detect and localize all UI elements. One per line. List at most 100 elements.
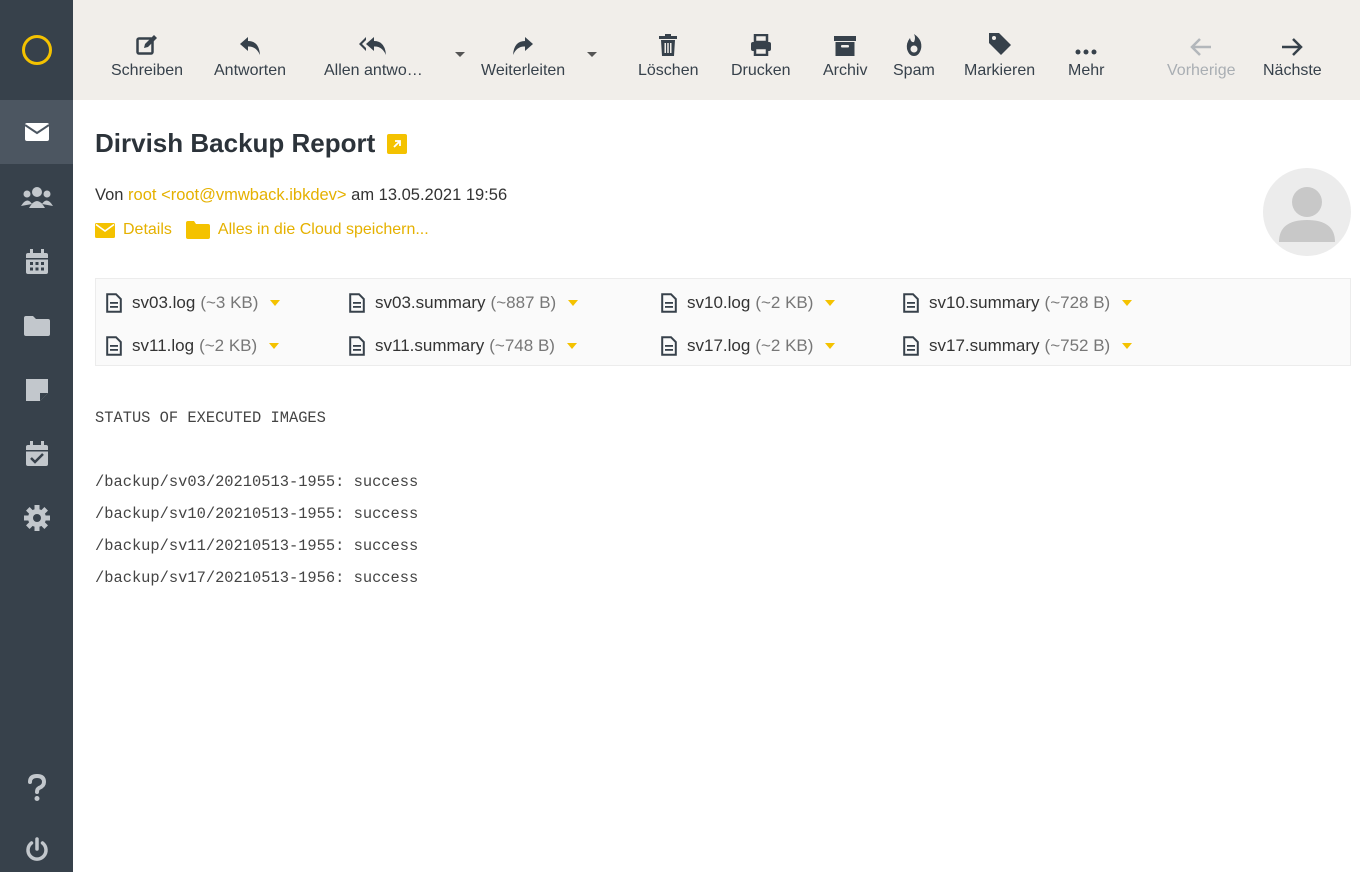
attachment-name: sv11.summary [375, 336, 485, 355]
body-heading: STATUS OF EXECUTED IMAGES [95, 409, 326, 427]
body-line: /backup/sv03/20210513-1955: success [95, 473, 419, 491]
sidebar-item-files[interactable] [0, 294, 73, 358]
sidebar-item-logout[interactable] [0, 818, 73, 872]
attachment-menu-caret[interactable] [269, 343, 280, 349]
reply-all-icon [359, 37, 387, 55]
spam-button[interactable]: Spam [893, 26, 935, 92]
attachment-size: (~2 KB) [199, 336, 258, 355]
attachment-menu-caret[interactable] [270, 300, 281, 306]
compose-button[interactable]: Schreiben [111, 26, 183, 92]
message-toolbar: Schreiben Antworten Allen antwo… Weiterl… [73, 0, 1360, 100]
attachment-name: sv10.log [687, 293, 751, 312]
tag-icon [988, 33, 1011, 55]
attachment-list: sv03.log (~3 KB) sv03.summary (~887 B) sv10.… [95, 278, 1351, 366]
save-to-cloud-link[interactable]: Alles in die Cloud speichern... [185, 221, 429, 239]
attachment-item[interactable]: sv11.summary (~748 B) [349, 334, 577, 358]
settings-icon [23, 505, 50, 531]
details-label: Details [123, 221, 172, 238]
reply-label: Antworten [214, 62, 287, 79]
subject-text: Dirvish Backup Report [95, 128, 376, 158]
more-icon [1075, 49, 1097, 55]
archive-label: Archiv [823, 62, 868, 79]
arrow-right-icon [1282, 38, 1304, 56]
sidebar-item-notes[interactable] [0, 358, 73, 422]
folder-icon [185, 221, 210, 239]
attachment-name: sv10.summary [929, 293, 1040, 312]
more-button[interactable]: Mehr [1068, 26, 1104, 92]
archive-icon [834, 36, 857, 56]
attachment-name: sv03.summary [375, 293, 486, 312]
logout-icon [25, 837, 48, 861]
forward-button[interactable]: Weiterleiten [481, 26, 565, 92]
file-text-icon [903, 293, 919, 313]
file-text-icon [106, 336, 122, 356]
app-logo[interactable] [0, 0, 73, 100]
sidebar-item-mail[interactable] [0, 100, 73, 164]
attachment-menu-caret[interactable] [825, 300, 836, 306]
message-view: Dirvish Backup Report Von root <root@vmw… [73, 100, 1360, 872]
attachment-size: (~748 B) [489, 336, 555, 355]
attachment-menu-caret[interactable] [1122, 343, 1133, 349]
attachment-item[interactable]: sv10.log (~2 KB) [661, 291, 836, 315]
sidebar-item-tasks[interactable] [0, 422, 73, 486]
sidebar-item-contacts[interactable] [0, 166, 73, 230]
previous-button[interactable]: Vorherige [1167, 26, 1236, 92]
body-line: /backup/sv11/20210513-1955: success [95, 537, 419, 555]
delete-button[interactable]: Löschen [638, 26, 699, 92]
next-button[interactable]: Nächste [1263, 26, 1322, 92]
attachment-menu-caret[interactable] [1122, 300, 1133, 306]
sidebar-item-help[interactable] [0, 756, 73, 820]
attachment-size: (~728 B) [1044, 293, 1111, 312]
notes-icon [25, 379, 48, 401]
attachment-menu-caret[interactable] [566, 343, 577, 349]
from-prefix: Von [95, 186, 124, 204]
previous-label: Vorherige [1167, 62, 1236, 79]
delete-label: Löschen [638, 62, 699, 79]
body-line: /backup/sv10/20210513-1955: success [95, 505, 419, 523]
reply-all-dropdown[interactable] [455, 52, 465, 57]
sender-link[interactable]: root <root@vmwback.ibkdev> [128, 186, 347, 204]
print-label: Drucken [731, 62, 791, 79]
forward-dropdown[interactable] [587, 52, 597, 57]
logo-ring-icon [21, 35, 52, 65]
file-text-icon [106, 293, 122, 313]
user-silhouette-icon [1279, 187, 1335, 242]
tasks-icon [25, 441, 48, 466]
file-text-icon [903, 336, 919, 356]
attachment-item[interactable]: sv03.summary (~887 B) [349, 291, 579, 315]
spam-icon [906, 34, 922, 56]
sidebar-item-calendar[interactable] [0, 230, 73, 294]
reply-all-button[interactable]: Allen antwo… [324, 26, 423, 92]
reply-icon [240, 37, 261, 55]
print-button[interactable]: Drucken [731, 26, 791, 92]
archive-button[interactable]: Archiv [823, 26, 867, 92]
open-external-icon[interactable] [387, 133, 408, 154]
next-label: Nächste [1263, 62, 1322, 79]
file-text-icon [661, 293, 677, 313]
mark-button[interactable]: Markieren [964, 26, 1035, 92]
reply-button[interactable]: Antworten [214, 26, 286, 92]
attachment-item[interactable]: sv17.summary (~752 B) [903, 334, 1133, 358]
attachment-item[interactable]: sv17.log (~2 KB) [661, 334, 836, 358]
details-link[interactable]: Details [95, 221, 172, 239]
forward-icon [513, 37, 534, 55]
message-body: STATUS OF EXECUTED IMAGES/backup/sv03/20… [95, 402, 418, 594]
attachment-menu-caret[interactable] [825, 343, 836, 349]
attachment-name: sv03.log [132, 293, 196, 312]
attachment-item[interactable]: sv11.log (~2 KB) [106, 334, 280, 358]
more-label: Mehr [1068, 62, 1105, 79]
attachment-item[interactable]: sv03.log (~3 KB) [106, 291, 281, 315]
body-line: /backup/sv17/20210513-1956: success [95, 569, 419, 587]
attachment-size: (~752 B) [1044, 336, 1111, 355]
attachment-item[interactable]: sv10.summary (~728 B) [903, 291, 1133, 315]
file-text-icon [349, 293, 365, 313]
reply-all-label: Allen antwo… [324, 62, 423, 79]
trash-icon [659, 34, 678, 56]
compose-label: Schreiben [111, 62, 184, 79]
contacts-icon [20, 187, 53, 208]
attachment-name: sv11.log [132, 336, 195, 355]
print-icon [750, 34, 771, 56]
attachment-size: (~3 KB) [200, 293, 259, 312]
attachment-menu-caret[interactable] [568, 300, 579, 306]
sidebar-item-settings[interactable] [0, 486, 73, 550]
